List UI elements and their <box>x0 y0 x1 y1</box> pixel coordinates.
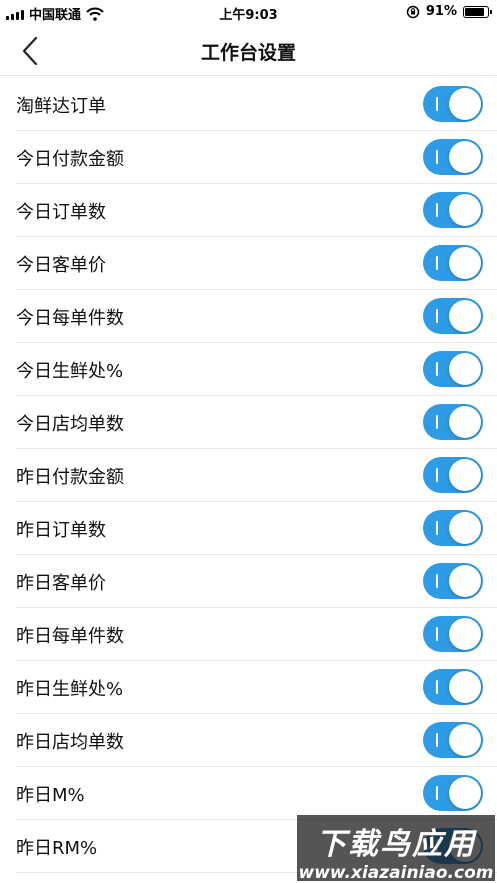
toggle-knob <box>449 777 481 809</box>
setting-toggle[interactable] <box>423 86 483 122</box>
setting-label: 昨日订单数 <box>16 520 106 541</box>
watermark-main-text: 下载鸟应用 <box>316 827 476 862</box>
setting-row: 今日订单数 <box>0 184 497 237</box>
toggle-knob <box>449 353 481 385</box>
setting-row: 昨日付款金额 <box>0 449 497 502</box>
navigation-bar: 工作台设置 <box>0 26 497 76</box>
setting-label: 今日生鲜处% <box>16 361 124 382</box>
setting-row: 淘鲜达订单 <box>0 78 497 131</box>
setting-label: 昨日店均单数 <box>16 732 124 753</box>
toggle-knob <box>449 459 481 491</box>
toggle-on-mark <box>436 786 438 800</box>
setting-row: 昨日生鲜处% <box>0 661 497 714</box>
toggle-knob <box>449 300 481 332</box>
toggle-knob <box>449 724 481 756</box>
setting-row: 昨日M% <box>0 767 497 820</box>
toggle-on-mark <box>436 97 438 111</box>
toggle-on-mark <box>436 574 438 588</box>
watermark-logo: 下载鸟应用 www.xiazainiao.com <box>297 815 495 883</box>
setting-label: 昨日生鲜处% <box>16 679 124 700</box>
toggle-knob <box>449 194 481 226</box>
toggle-on-mark <box>436 203 438 217</box>
setting-toggle[interactable] <box>423 245 483 281</box>
status-bar-right: 91% <box>406 4 492 19</box>
toggle-on-mark <box>436 733 438 747</box>
setting-row: 昨日店均单数 <box>0 714 497 767</box>
setting-label: 昨日付款金额 <box>16 467 124 488</box>
setting-toggle[interactable] <box>423 669 483 705</box>
setting-label: 今日付款金额 <box>16 149 124 170</box>
page-title: 工作台设置 <box>200 42 296 64</box>
setting-toggle[interactable] <box>423 139 483 175</box>
setting-row: 昨日客单价 <box>0 555 497 608</box>
toggle-knob <box>449 88 481 120</box>
setting-label: 今日每单件数 <box>16 308 124 329</box>
toggle-knob <box>449 671 481 703</box>
rotation-lock-icon <box>406 5 420 18</box>
toggle-knob <box>449 247 481 279</box>
setting-toggle[interactable] <box>423 563 483 599</box>
setting-label: 今日店均单数 <box>16 414 124 435</box>
toggle-on-mark <box>436 415 438 429</box>
toggle-knob <box>449 512 481 544</box>
toggle-knob <box>449 406 481 438</box>
setting-label: 昨日每单件数 <box>16 626 124 647</box>
toggle-on-mark <box>436 150 438 164</box>
setting-label: 昨日RM% <box>16 838 98 859</box>
battery-percent: 91% <box>425 4 457 19</box>
toggle-on-mark <box>436 256 438 270</box>
setting-row: 今日每单件数 <box>0 290 497 343</box>
setting-toggle[interactable] <box>423 775 483 811</box>
setting-toggle[interactable] <box>423 298 483 334</box>
setting-row: 今日生鲜处% <box>0 343 497 396</box>
toggle-on-mark <box>436 627 438 641</box>
setting-row: 今日客单价 <box>0 237 497 290</box>
setting-row: 昨日订单数 <box>0 502 497 555</box>
setting-toggle[interactable] <box>423 404 483 440</box>
toggle-on-mark <box>436 521 438 535</box>
setting-toggle[interactable] <box>423 457 483 493</box>
setting-toggle[interactable] <box>423 722 483 758</box>
battery-icon <box>463 5 492 18</box>
toggle-on-mark <box>436 468 438 482</box>
setting-toggle[interactable] <box>423 192 483 228</box>
status-bar: 中国联通 上午9:03 91% <box>0 0 497 26</box>
setting-label: 昨日客单价 <box>16 573 106 594</box>
battery-fill <box>465 7 485 16</box>
toggle-knob <box>449 565 481 597</box>
toggle-knob <box>449 618 481 650</box>
setting-toggle[interactable] <box>423 351 483 387</box>
toggle-on-mark <box>436 680 438 694</box>
setting-label: 今日客单价 <box>16 255 106 276</box>
setting-toggle[interactable] <box>423 510 483 546</box>
setting-row: 昨日每单件数 <box>0 608 497 661</box>
setting-label: 今日订单数 <box>16 202 106 223</box>
setting-label: 淘鲜达订单 <box>16 96 106 117</box>
toggle-on-mark <box>436 362 438 376</box>
toggle-on-mark <box>436 309 438 323</box>
settings-list: 淘鲜达订单今日付款金额 今日订单数今日客单价今日每单件数 今日生鲜处% 今日店均单数昨… <box>0 78 497 873</box>
setting-toggle[interactable] <box>423 616 483 652</box>
setting-label: 昨日M% <box>16 785 85 806</box>
watermark-sub-text: www.xiazainiao.com <box>298 863 494 883</box>
setting-row: 今日店均单数 <box>0 396 497 449</box>
toggle-knob <box>449 141 481 173</box>
setting-row: 今日付款金额 <box>0 131 497 184</box>
